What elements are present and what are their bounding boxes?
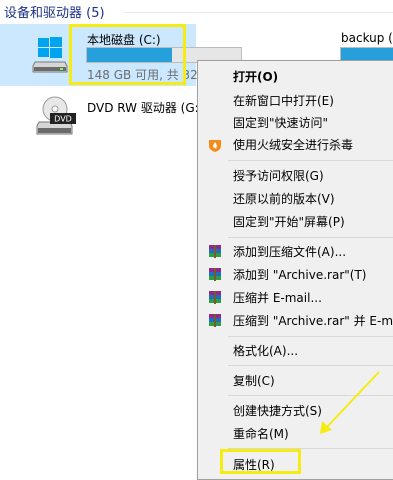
annotation-arrow-icon: [320, 371, 380, 434]
